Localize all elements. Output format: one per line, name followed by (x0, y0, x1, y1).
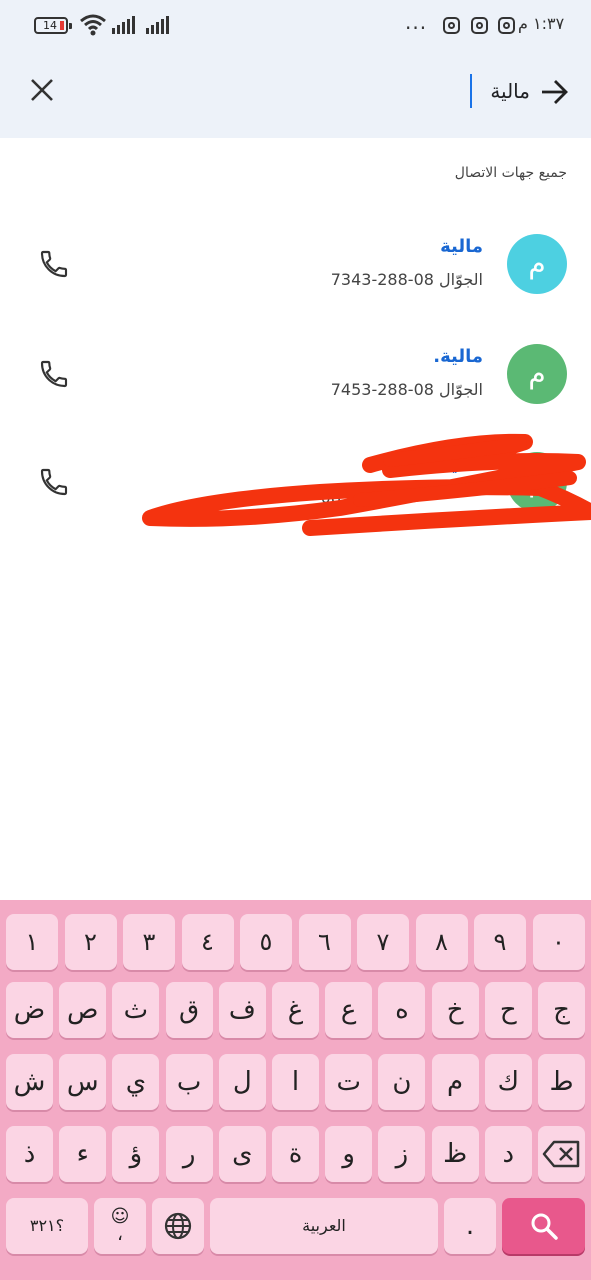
key-digit[interactable]: ١ (6, 914, 58, 970)
key-letter[interactable]: ث (112, 982, 160, 1038)
key-letter[interactable]: ط (538, 1054, 585, 1110)
key-letter[interactable]: ي (112, 1054, 160, 1110)
contact-name: مالية (440, 236, 483, 257)
battery-level: 14 (43, 19, 57, 32)
key-letter[interactable]: ز (378, 1126, 426, 1182)
key-letter[interactable]: د (484, 1126, 532, 1182)
key-letter[interactable]: ق (165, 982, 213, 1038)
emoji-key[interactable]: ☺ ، (94, 1198, 146, 1254)
key-letter[interactable]: ح (484, 982, 532, 1038)
key-letter[interactable]: ظ (431, 1126, 479, 1182)
avatar: م (507, 234, 567, 294)
key-letter[interactable]: ة (272, 1126, 319, 1182)
space-key[interactable]: العربية (210, 1198, 438, 1254)
instagram-icon (443, 17, 460, 34)
section-header: جميع جهات الاتصال (454, 165, 567, 181)
search-icon (531, 1213, 558, 1240)
comma-label: ، (117, 1224, 123, 1245)
instagram-icon (471, 17, 488, 34)
key-digit[interactable]: ٥ (240, 914, 292, 970)
keyboard: ١٢٣٤٥٦٧٨٩٠ ضصثقفغعهخحج شسيبلاتنمكط ذءؤرىةوز… (0, 900, 591, 1280)
key-digit[interactable]: ٠ (532, 914, 585, 970)
key-letter[interactable]: م (431, 1054, 479, 1110)
key-letter[interactable]: ع (325, 982, 373, 1038)
key-letter[interactable]: ه (378, 982, 426, 1038)
key-digit[interactable]: ٧ (357, 914, 409, 970)
battery-icon: 14 (34, 17, 72, 34)
wifi-icon (80, 14, 106, 36)
key-letter[interactable]: ر (165, 1126, 213, 1182)
key-letter[interactable]: و (325, 1126, 373, 1182)
signal-icon (112, 16, 135, 34)
key-letter[interactable]: ى (218, 1126, 266, 1182)
search-bar: مالية (0, 52, 591, 138)
avatar: م (507, 344, 567, 404)
symbols-key[interactable]: ؟٣٢١ (6, 1198, 88, 1254)
key-letter[interactable]: ت (325, 1054, 373, 1110)
key-letter[interactable]: ب (165, 1054, 213, 1110)
key-letter[interactable]: خ (431, 982, 479, 1038)
key-letter[interactable]: ض (6, 982, 53, 1038)
key-digit[interactable]: ٦ (298, 914, 351, 970)
signal-icon-2 (146, 16, 169, 34)
key-letter[interactable]: ص (59, 982, 107, 1038)
close-icon[interactable] (26, 74, 58, 106)
arrow-forward-icon[interactable] (538, 76, 570, 108)
key-letter[interactable]: ء (59, 1126, 107, 1182)
key-letter[interactable]: ش (6, 1054, 53, 1110)
key-letter[interactable]: ن (378, 1054, 426, 1110)
key-letter[interactable]: ؤ (112, 1126, 160, 1182)
period-key[interactable]: . (444, 1198, 496, 1254)
key-digit[interactable]: ٤ (181, 914, 234, 970)
more-notifications-icon: ... (405, 10, 428, 34)
contact-row[interactable]: م مالية الجوّال 08-288-7343 (0, 230, 591, 330)
key-letter[interactable]: س (59, 1054, 107, 1110)
phone-icon[interactable] (38, 248, 70, 280)
phone-icon[interactable] (38, 358, 70, 390)
instagram-icon (498, 17, 515, 34)
backspace-icon[interactable] (538, 1126, 585, 1182)
key-letter[interactable]: ك (484, 1054, 532, 1110)
contact-phone: الجوّال 08-288-7343 (330, 270, 483, 289)
contact-name: مالية. (433, 346, 483, 367)
globe-icon[interactable] (152, 1198, 204, 1254)
key-digit[interactable]: ٣ (123, 914, 175, 970)
clock: ١:٣٧ م (518, 14, 565, 33)
key-digit[interactable]: ٨ (415, 914, 468, 970)
key-letter[interactable]: ل (218, 1054, 266, 1110)
key-letter[interactable]: ذ (6, 1126, 53, 1182)
key-letter[interactable]: غ (272, 982, 319, 1038)
contact-phone: الجوّال 08-288-7453 (330, 380, 483, 399)
key-letter[interactable]: ج (538, 982, 585, 1038)
status-bar: 14 ... ١:٣٧ م (0, 0, 591, 52)
key-digit[interactable]: ٩ (474, 914, 526, 970)
contact-row[interactable]: م مالية. الجوّال 08-288-7453 (0, 340, 591, 440)
search-key[interactable] (502, 1198, 585, 1254)
key-letter[interactable]: ا (272, 1054, 319, 1110)
redaction-scribble (142, 433, 591, 536)
key-digit[interactable]: ٢ (64, 914, 117, 970)
phone-icon[interactable] (38, 466, 70, 498)
key-letter[interactable]: ف (218, 982, 266, 1038)
search-input[interactable]: مالية (470, 74, 530, 108)
